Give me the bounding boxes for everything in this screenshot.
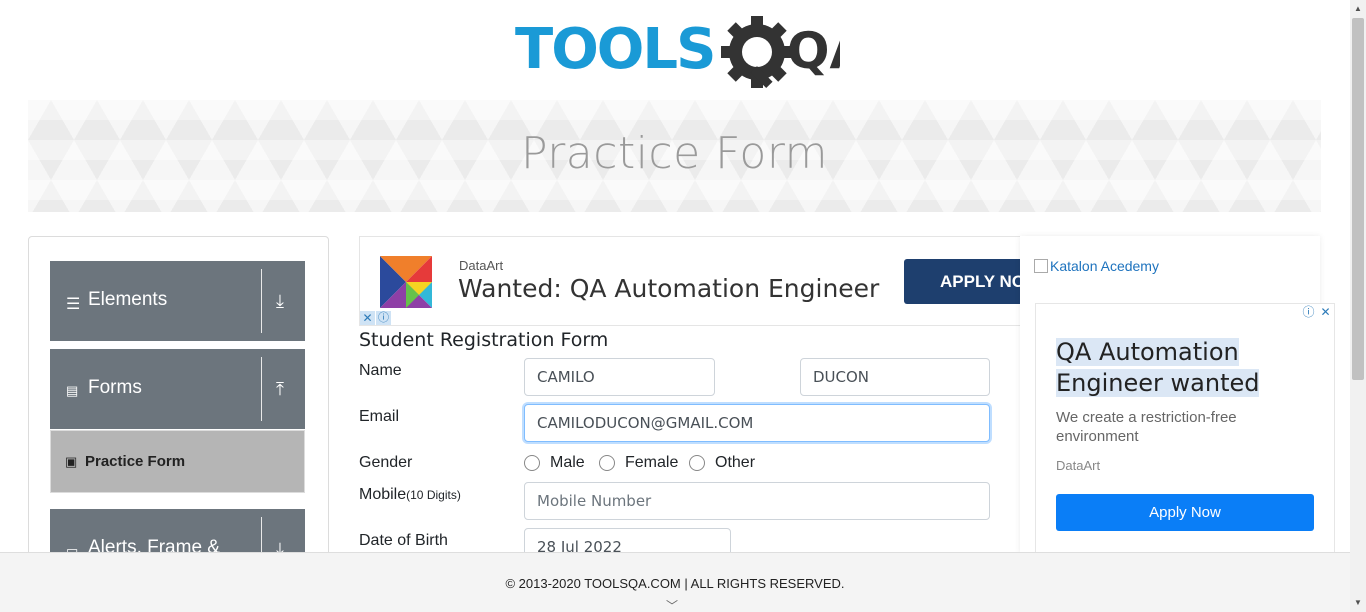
sidebar-group-label: Forms xyxy=(88,377,142,398)
email-input[interactable] xyxy=(524,404,990,442)
name-label: Name xyxy=(359,362,402,379)
email-label: Email xyxy=(359,408,400,425)
radio-circle[interactable] xyxy=(689,455,705,471)
katalon-link[interactable]: Katalon Acedemy xyxy=(1034,258,1159,274)
radio-label: Male xyxy=(550,454,585,471)
first-name-input[interactable] xyxy=(524,358,715,396)
logo-graphic: TOOLS QA xyxy=(515,16,869,89)
page-banner: Practice Form xyxy=(28,100,1321,212)
close-icon[interactable]: ✕ xyxy=(1317,304,1334,321)
ad-controls: ⓘ ✕ xyxy=(1300,304,1334,321)
gender-radio-female[interactable]: Female xyxy=(599,454,678,472)
scroll-down-icon[interactable]: ▼ xyxy=(1354,598,1362,607)
radio-circle[interactable] xyxy=(599,455,615,471)
radio-label: Female xyxy=(625,454,679,471)
side-ad-headline-line1: QA Automation xyxy=(1056,338,1239,366)
close-icon[interactable]: ✕ xyxy=(360,311,375,325)
dob-label: Date of Birth xyxy=(359,532,448,549)
scroll-up-icon[interactable]: ▲ xyxy=(1354,4,1362,13)
side-ad-description: We create a restriction-free environment xyxy=(1056,409,1237,445)
divider xyxy=(261,269,262,333)
mobile-hint: (10 Digits) xyxy=(406,488,461,502)
sidebar: ☰ Elements ⤓ ▤ Forms ⤒ ▣ Practice Form ▭… xyxy=(28,236,329,589)
scrollbar-thumb[interactable] xyxy=(1352,18,1364,380)
info-icon[interactable]: ⓘ xyxy=(376,311,391,325)
scrollbar[interactable]: ▲ ▼ xyxy=(1350,0,1366,612)
radio-circle[interactable] xyxy=(524,455,540,471)
ad-apply-button[interactable]: APPLY NOW xyxy=(904,259,1020,304)
hamburger-icon: ☰ xyxy=(66,296,81,313)
form-icon: ▣ xyxy=(65,454,78,469)
ad-headline: Wanted: QA Automation Engineer xyxy=(458,274,880,303)
divider xyxy=(261,357,262,421)
mobile-label: Mobile(10 Digits) xyxy=(359,486,461,504)
mobile-label-text: Mobile xyxy=(359,486,407,503)
dataart-logo xyxy=(380,256,432,308)
ad-banner[interactable]: DataArt Wanted: QA Automation Engineer A… xyxy=(359,236,1021,326)
upload-icon: ⤒ xyxy=(276,379,284,399)
side-ad-brand: DataArt xyxy=(1056,458,1101,473)
mobile-input[interactable] xyxy=(524,482,990,520)
broken-image-icon xyxy=(1034,259,1048,273)
chevron-down-icon[interactable]: ﹀ xyxy=(666,597,678,612)
gender-radio-other[interactable]: Other xyxy=(689,454,755,472)
form-title: Student Registration Form xyxy=(359,329,609,351)
sidebar-item-practice-form[interactable]: ▣ Practice Form xyxy=(50,430,305,493)
side-ad[interactable]: Katalon Acedemy ⓘ ✕ QA Automation Enginee… xyxy=(1020,236,1335,563)
sidebar-group-label: Elements xyxy=(88,289,168,310)
side-ad-headline: QA Automation Engineer wanted xyxy=(1056,337,1296,399)
footer: © 2013-2020 TOOLSQA.COM | ALL RIGHTS RES… xyxy=(0,552,1350,612)
page: TOOLS QA Practice For xyxy=(0,0,1366,612)
gender-label: Gender xyxy=(359,454,413,471)
sidebar-group-elements[interactable]: ☰ Elements ⤓ xyxy=(50,261,305,341)
side-ad-headline-line2: Engineer wanted xyxy=(1056,369,1260,397)
page-title: Practice Form xyxy=(520,128,829,179)
katalon-link-text: Katalon Acedemy xyxy=(1050,258,1159,274)
download-icon: ⤓ xyxy=(276,291,284,311)
side-ad-apply-button[interactable]: Apply Now xyxy=(1056,494,1314,531)
logo-text-tools: TOOLS xyxy=(515,17,714,82)
sidebar-item-label: Practice Form xyxy=(85,453,186,470)
side-ad-card[interactable]: ⓘ ✕ QA Automation Engineer wanted We crea… xyxy=(1035,303,1335,563)
info-icon[interactable]: ⓘ xyxy=(1300,304,1317,321)
ad-brand: DataArt xyxy=(459,258,504,273)
toolsqa-logo[interactable]: TOOLS QA xyxy=(515,14,869,92)
copyright-text: © 2013-2020 TOOLSQA.COM | ALL RIGHTS RES… xyxy=(505,576,845,591)
gear-icon xyxy=(721,16,793,89)
sidebar-group-forms[interactable]: ▤ Forms ⤒ xyxy=(50,349,305,429)
radio-label: Other xyxy=(715,454,756,471)
logo-text-qa: QA xyxy=(787,22,840,80)
gender-radio-male[interactable]: Male xyxy=(524,454,585,472)
document-icon: ▤ xyxy=(66,383,79,398)
last-name-input[interactable] xyxy=(800,358,990,396)
